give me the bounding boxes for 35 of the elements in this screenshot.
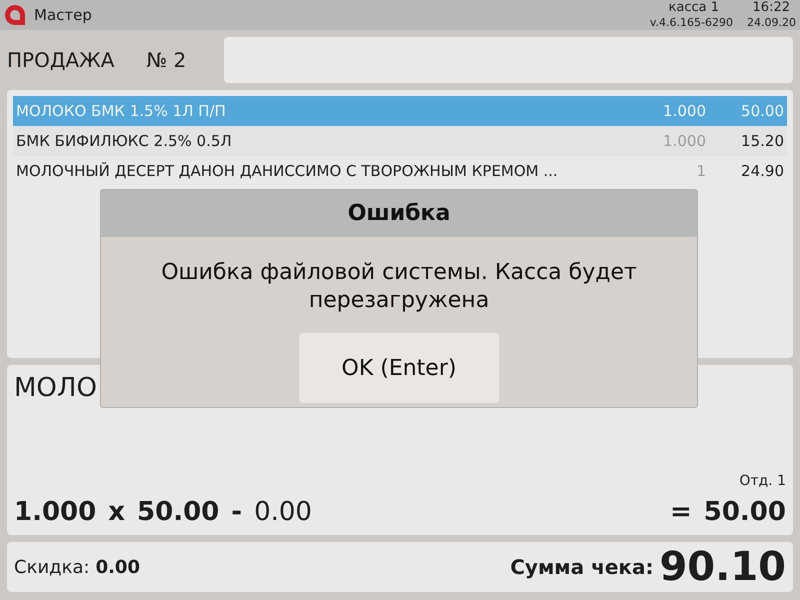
times-sign: x: [108, 497, 126, 527]
minus-sign: -: [231, 497, 242, 527]
version-label: v.4.6.165-6290: [650, 15, 734, 30]
ok-button[interactable]: OK (Enter): [299, 333, 499, 403]
receipt-row[interactable]: БМК БИФИЛЮКС 2.5% 0.5Л 1.000 15.20: [13, 126, 787, 156]
quantity: 1.000: [662, 102, 706, 120]
line-sum: 15.20: [740, 132, 784, 150]
product-name: МОЛОЧНЫЙ ДЕСЕРТ ДАНОН ДАНИССИМО С ТВОРОЖНЫМ КРЕМОМ ...: [16, 162, 559, 180]
receipt-total: 90.10: [659, 544, 786, 590]
product-name: МОЛОКО БМК 1.5% 1Л П/П: [16, 102, 227, 120]
sale-title: ПРОДАЖА: [7, 48, 114, 72]
equals-sign: =: [670, 497, 692, 527]
product-name: БМК БИФИЛЮКС 2.5% 0.5Л: [16, 132, 233, 150]
dialog-message: Ошибка файловой системы. Касса будет перезагружена: [160, 259, 638, 315]
item-name: МОЛО: [14, 373, 98, 403]
total-label: Сумма чека:: [510, 555, 654, 579]
discount-label: Скидка:: [14, 556, 90, 578]
department-label: Отд. 1: [739, 473, 786, 489]
line-sum: 24.90: [740, 162, 784, 180]
register-label: касса 1: [668, 0, 720, 15]
sale-number: № 2: [146, 48, 186, 72]
item-discount: 0.00: [254, 497, 312, 527]
line-sum: 50.00: [740, 102, 784, 120]
dialog-title: Ошибка: [101, 190, 697, 237]
app-name: Мастер: [34, 6, 92, 24]
logo-icon: [4, 4, 26, 26]
clock-time: 16:22: [752, 0, 791, 15]
item-total: 50.00: [704, 497, 786, 527]
receipt-row[interactable]: МОЛОЧНЫЙ ДЕСЕРТ ДАНОН ДАНИССИМО С ТВОРОЖНЫМ КРЕМОМ ... 1 24.90: [13, 156, 787, 186]
quantity: 1: [695, 162, 706, 180]
discount-value: 0.00: [96, 556, 140, 578]
item-price: 50.00: [137, 497, 220, 527]
quantity: 1.000: [662, 132, 706, 150]
item-quantity: 1.000: [14, 497, 96, 527]
date-label: 24.09.20: [747, 15, 796, 30]
